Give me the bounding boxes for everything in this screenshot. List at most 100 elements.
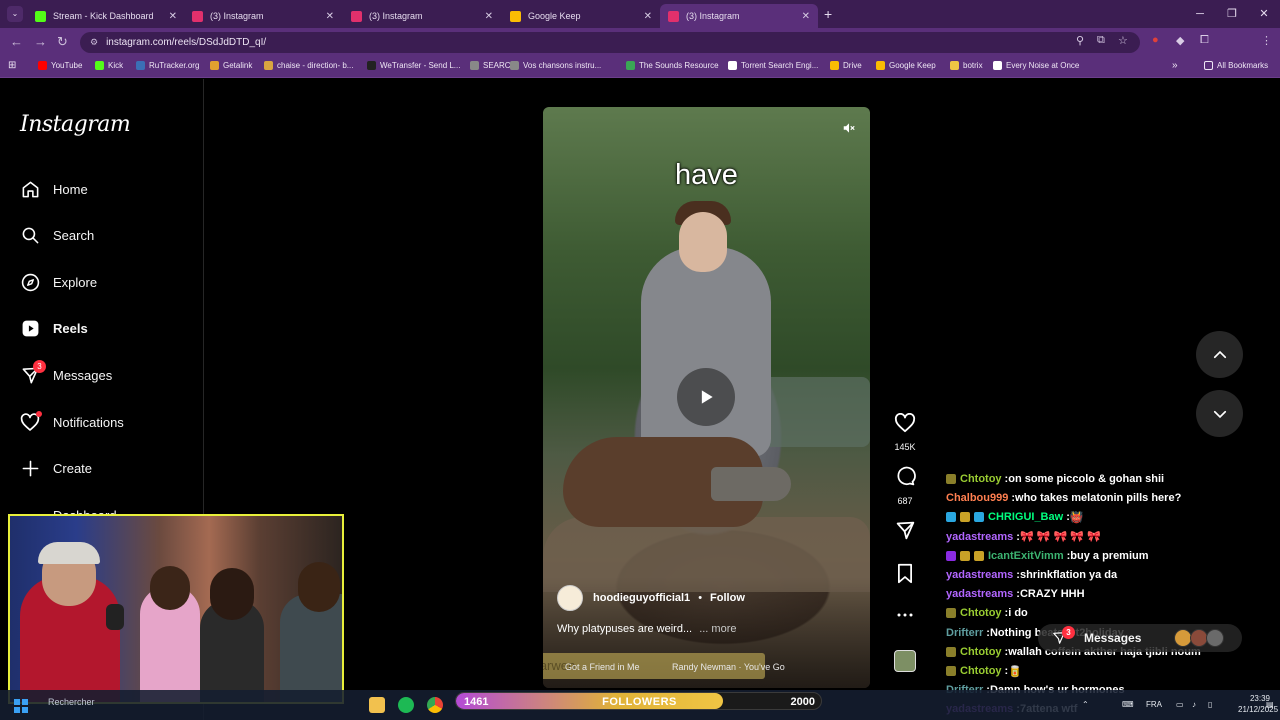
new-tab-button[interactable]: + [824, 6, 832, 22]
like-button[interactable]: 145K [893, 412, 917, 452]
bookmark-item[interactable]: Every Noise at Once [993, 61, 1079, 70]
chat-username[interactable]: CHRIGUI_Baw [988, 511, 1063, 523]
address-bar[interactable]: ⚙ instagram.com/reels/DSdJdDTD_qI/ [80, 32, 1140, 53]
chrome-icon[interactable] [427, 697, 443, 713]
bookmarks-overflow-icon[interactable]: » [1172, 60, 1178, 71]
bookmark-item[interactable]: Torrent Search Engi... [728, 61, 818, 70]
tab-favicon-icon [192, 10, 203, 22]
back-icon[interactable]: ← [10, 34, 23, 49]
bookmark-item[interactable]: The Sounds Resource [626, 61, 719, 70]
bookmark-label: YouTube [51, 61, 83, 70]
bookmark-label: Drive [843, 61, 862, 70]
more-options-button[interactable] [893, 606, 917, 629]
install-app-icon[interactable]: ⧉ [1097, 34, 1105, 47]
author-avatar[interactable] [557, 585, 583, 611]
browser-tab[interactable]: Google Keep ✕ [502, 4, 660, 28]
webcam-head [298, 562, 340, 612]
bookmark-item[interactable]: Vos chansons instru... [510, 61, 601, 70]
tab-close-icon[interactable]: ✕ [169, 11, 177, 22]
bookmark-item[interactable]: YouTube [38, 61, 82, 70]
minimize-icon[interactable]: ─ [1184, 0, 1216, 28]
chat-username[interactable]: Chtotoy [960, 665, 1002, 677]
bookmark-item[interactable]: botrix [950, 61, 983, 70]
forward-icon[interactable]: → [34, 34, 47, 49]
instagram-logo[interactable]: Instagram [20, 112, 131, 137]
tab-close-icon[interactable]: ✕ [326, 11, 334, 22]
next-reel-button[interactable] [1196, 390, 1243, 437]
tab-close-icon[interactable]: ✕ [644, 11, 652, 22]
bookmarks-bar: ⊞ YouTube Kick RuTracker.org Getalink chaise… [0, 56, 1280, 78]
volume-icon[interactable]: ♪ [1192, 700, 1196, 709]
windows-start-icon[interactable] [14, 699, 28, 713]
caption-more-link[interactable]: ... more [699, 623, 736, 635]
play-button[interactable] [677, 368, 735, 426]
extension-badge-icon[interactable]: ● [1152, 34, 1159, 46]
chat-username[interactable]: yadastreams [946, 588, 1013, 600]
previous-reel-button[interactable] [1196, 331, 1243, 378]
extensions-puzzle-icon[interactable]: ⧠ [1200, 34, 1209, 47]
close-window-icon[interactable]: ✕ [1248, 0, 1280, 28]
sidebar-item-home[interactable]: Home [20, 177, 88, 201]
taskbar-search[interactable]: Rechercher [48, 697, 95, 707]
chat-username[interactable]: Chtotoy [960, 473, 1002, 485]
save-button[interactable] [893, 563, 917, 589]
chat-text: 🎀 🎀 🎀 🎀 🎀 [1019, 531, 1101, 544]
audio-thumbnail[interactable] [894, 650, 916, 672]
chat-username[interactable]: Chtotoy [960, 607, 1002, 619]
network-icon[interactable]: ▭ [1176, 700, 1184, 709]
browser-tab[interactable]: (3) Instagram ✕ [184, 4, 342, 28]
all-bookmarks-button[interactable]: All Bookmarks [1204, 61, 1268, 70]
bookmark-item[interactable]: Google Keep [876, 61, 936, 70]
tab-close-icon[interactable]: ✕ [485, 11, 493, 22]
bookmark-item[interactable]: Drive [830, 61, 862, 70]
zoom-icon[interactable]: ⚲ [1076, 34, 1084, 47]
chat-username[interactable]: IcantExitVimm [988, 550, 1064, 562]
bookmark-item[interactable]: RuTracker.org [136, 61, 199, 70]
spotify-icon[interactable] [398, 697, 414, 713]
reel-video[interactable]: have hoodieguyofficial1 • Follow Why pla… [543, 107, 870, 688]
chat-username[interactable]: yadastreams [946, 531, 1013, 543]
share-button[interactable] [893, 520, 917, 546]
sidebar-item-search[interactable]: Search [20, 223, 94, 247]
bookmark-item[interactable]: WeTransfer - Send L... [367, 61, 460, 70]
bookmark-item[interactable]: chaise - direction- b... [264, 61, 353, 70]
tab-search-icon[interactable]: ⌄ [7, 6, 23, 22]
sidebar-item-reels[interactable]: Reels [20, 316, 88, 340]
file-explorer-icon[interactable] [369, 697, 385, 713]
chat-username[interactable]: Chalbou999 [946, 492, 1008, 504]
chat-username[interactable]: yadastreams [946, 569, 1013, 581]
apps-grid-icon[interactable]: ⊞ [8, 60, 16, 71]
url-text: instagram.com/reels/DSdJdDTD_qI/ [106, 37, 267, 48]
bookmark-item[interactable]: Kick [95, 61, 123, 70]
tab-close-icon[interactable]: ✕ [802, 11, 810, 22]
chat-username[interactable]: Drifterr [946, 627, 983, 639]
chat-username[interactable]: Chtotoy [960, 646, 1002, 658]
browser-tab[interactable]: Stream - Kick Dashboard ✕ [27, 4, 185, 28]
chat-text: 👹 [1069, 511, 1084, 524]
reload-icon[interactable]: ↻ [57, 34, 68, 50]
bookmark-label: The Sounds Resource [639, 61, 719, 70]
extension-diamond-icon[interactable]: ◆ [1176, 34, 1184, 47]
comment-button[interactable]: 687 [893, 466, 917, 506]
browser-menu-icon[interactable]: ⋮ [1261, 34, 1272, 47]
sidebar-item-create[interactable]: Create [20, 456, 92, 480]
bookmark-star-icon[interactable]: ☆ [1118, 34, 1128, 47]
browser-tab[interactable]: (3) Instagram ✕ [660, 4, 818, 28]
keyboard-icon[interactable]: ⌨ [1122, 700, 1134, 709]
follow-button[interactable]: Follow [710, 592, 745, 604]
maximize-icon[interactable]: ❐ [1216, 0, 1248, 28]
messages-pill[interactable]: 3 Messages [1038, 624, 1242, 652]
sidebar-item-explore[interactable]: Explore [20, 270, 97, 294]
notification-center-icon[interactable]: ▤ [1266, 700, 1274, 709]
chat-badge-icon [960, 512, 970, 523]
chevron-up-icon[interactable]: ⌃ [1082, 700, 1089, 709]
language-indicator[interactable]: FRA [1146, 700, 1162, 709]
battery-icon[interactable]: ▯ [1208, 700, 1212, 709]
author-username[interactable]: hoodieguyofficial1 [593, 592, 690, 604]
microphone-icon [106, 604, 124, 630]
bookmark-item[interactable]: Getalink [210, 61, 252, 70]
browser-tab[interactable]: (3) Instagram ✕ [343, 4, 501, 28]
chat-text: 🥫 [1008, 665, 1022, 678]
muted-icon[interactable] [842, 121, 856, 135]
site-info-icon[interactable]: ⚙ [90, 37, 98, 48]
